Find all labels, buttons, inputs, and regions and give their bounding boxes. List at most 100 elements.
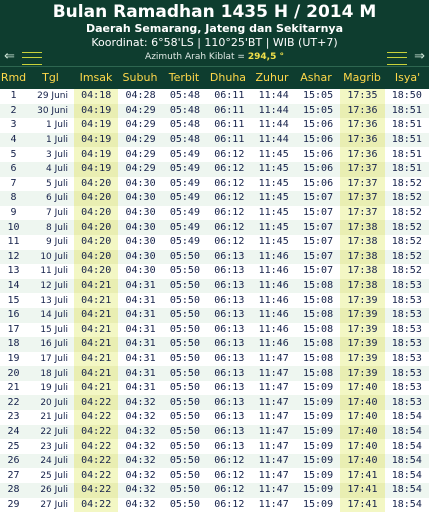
table-cell: 05:49 xyxy=(162,161,208,177)
table-cell: 17:38 xyxy=(340,234,385,250)
table-cell: 18 xyxy=(0,337,27,352)
column-header: Dhuha xyxy=(209,71,247,84)
table-cell: 11:46 xyxy=(258,294,289,306)
table-cell: 11:47 xyxy=(251,395,296,411)
table-cell: 04:20 xyxy=(74,249,119,265)
table-cell: 17:38 xyxy=(340,278,385,294)
table-cell: 18:52 xyxy=(384,191,429,206)
table-cell: 06:13 xyxy=(214,440,245,452)
table-cell: 06:13 xyxy=(214,382,245,394)
table-cell: 11:44 xyxy=(258,90,289,102)
table-cell: 04:32 xyxy=(118,395,163,411)
table-cell: 04:31 xyxy=(125,294,156,306)
table-cell: 23 xyxy=(7,411,20,423)
table-row: 13 11 Juli 04:20 04:30 05:50 06:13 11:46 15:07 1… xyxy=(0,264,429,279)
table-cell: 12 xyxy=(0,249,27,265)
table-cell: 17:39 xyxy=(340,322,385,338)
table-cell: 06:11 xyxy=(207,103,252,119)
table-cell: 11:45 xyxy=(251,161,296,177)
table-cell: 16 xyxy=(0,307,27,323)
table-cell: 17:39 xyxy=(340,307,385,323)
table-cell: 15:05 xyxy=(295,103,341,119)
table-cell: 04:32 xyxy=(118,453,163,469)
table-cell: 27 Juli xyxy=(40,499,68,510)
table-cell: 11:45 xyxy=(258,177,289,189)
table-cell: 05:50 xyxy=(169,294,200,306)
table-cell: 04:32 xyxy=(125,411,156,423)
table-cell: 18:54 xyxy=(391,411,422,423)
table-cell: 14 Juli xyxy=(27,307,74,323)
table-cell: 26 Juli xyxy=(27,483,74,498)
table-cell: 06:13 xyxy=(214,411,245,423)
table-cell: 20 Juli xyxy=(27,395,74,411)
table-cell: 15 xyxy=(7,294,20,306)
table-cell: 04:22 xyxy=(74,497,119,513)
table-cell: 15:09 xyxy=(303,469,334,481)
table-cell: 04:31 xyxy=(125,382,156,394)
table-cell: 04:21 xyxy=(74,351,119,367)
coordinates-text: Koordinat: 6°58'LS | 110°25'BT | WIB (UT… xyxy=(91,36,338,49)
table-cell: 15:09 xyxy=(295,395,341,411)
table-cell: 11:44 xyxy=(251,103,296,119)
page-title: Bulan Ramadhan 1435 H / 2014 M xyxy=(52,2,377,22)
table-cell: 04:29 xyxy=(118,132,163,148)
table-cell: 04:29 xyxy=(118,161,163,177)
table-cell: 5 Juli xyxy=(46,178,68,189)
table-cell: 04:21 xyxy=(74,278,119,294)
table-cell: 29 Juni xyxy=(37,91,68,102)
table-cell: 1 Juli xyxy=(46,120,68,131)
table-cell: 04:28 xyxy=(125,90,156,102)
table-cell: 05:50 xyxy=(169,440,200,452)
table-cell: 17:35 xyxy=(340,89,385,104)
table-cell: 04:32 xyxy=(118,483,163,498)
column-header: Magrib xyxy=(343,71,381,84)
table-cell: 11:44 xyxy=(251,132,296,148)
table-cell: 06:13 xyxy=(207,307,252,323)
table-row: 14 12 Juli 04:21 04:31 05:50 06:13 11:46 15:08 1… xyxy=(0,278,429,294)
table-cell: 15:09 xyxy=(295,453,341,469)
table-cell: 18:52 xyxy=(384,249,429,265)
table-cell: 4 xyxy=(0,132,27,148)
table-cell: 06:11 xyxy=(207,132,252,148)
table-cell: 17:40 xyxy=(340,410,385,425)
table-cell: 15:06 xyxy=(303,119,334,131)
table-cell: 11:45 xyxy=(251,220,296,235)
table-cell: 04:32 xyxy=(125,469,156,481)
table-cell: 11:46 xyxy=(258,323,289,335)
table-cell: 15:07 xyxy=(303,236,334,248)
table-cell: 05:48 xyxy=(162,132,208,148)
table-cell: 17:39 xyxy=(340,351,385,367)
table-cell: 04:32 xyxy=(125,498,156,510)
table-cell: 18:51 xyxy=(384,132,429,148)
table-cell: 11:46 xyxy=(258,265,289,277)
table-cell: 04:31 xyxy=(125,323,156,335)
table-cell: 04:21 xyxy=(74,322,119,338)
table-cell: 15:06 xyxy=(295,132,341,148)
table-cell: 17 xyxy=(7,323,20,335)
column-header: Imsak xyxy=(79,71,113,84)
table-row: 9 7 Juli 04:20 04:30 05:49 06:12 11:45 15:07 17:… xyxy=(0,205,429,221)
table-row: 5 3 Juli 04:19 04:29 05:49 06:12 11:45 15:06 17:… xyxy=(0,147,429,162)
table-row: 86 Juli 04:20 04:30 05:49 06:12 11:45 15:07 17:… xyxy=(0,191,429,206)
table-cell: 15:08 xyxy=(303,294,334,306)
table-cell: 05:48 xyxy=(169,90,200,102)
table-cell: 15:07 xyxy=(303,207,334,219)
table-row: 22 20 Juli 04:22 04:32 05:50 06:13 11:47 15:09 1… xyxy=(0,395,429,411)
table-cell: 06:12 xyxy=(214,177,245,189)
table-cell: 11 xyxy=(7,236,20,248)
table-cell: 18:53 xyxy=(391,294,422,306)
table-cell: 19 xyxy=(7,352,20,364)
table-cell: 04:22 xyxy=(74,395,119,411)
table-cell: 14 xyxy=(0,278,27,294)
table-cell: 11:47 xyxy=(258,498,289,510)
table-cell: 17:36 xyxy=(340,132,385,148)
table-cell: 06:12 xyxy=(207,191,252,206)
table-cell: 21 Juli xyxy=(40,412,68,423)
table-cell: 04:32 xyxy=(118,424,163,440)
table-cell: 16 Juli xyxy=(27,337,74,352)
table-cell: 17:40 xyxy=(340,439,385,454)
table-cell: 11:47 xyxy=(258,352,289,364)
table-cell: 24 xyxy=(0,424,27,440)
table-cell: 06:11 xyxy=(214,119,245,131)
table-cell: 06:12 xyxy=(207,220,252,235)
